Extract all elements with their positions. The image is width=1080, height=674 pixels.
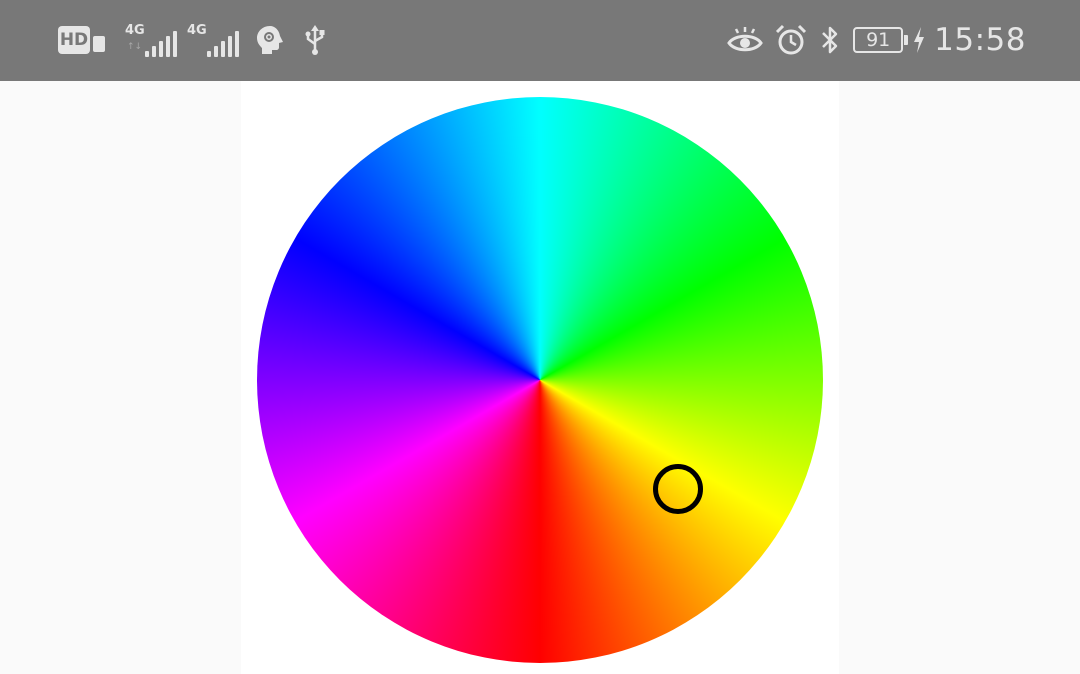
network-type-label: 4G [125,23,145,38]
bluetooth-icon [819,24,841,56]
battery-percent: 91 [853,27,904,53]
status-bar-left: HD 4G ↑↓ 4G [58,22,327,58]
color-wheel[interactable] [257,97,823,663]
signal-4g-icon: 4G ↑↓ [125,23,177,57]
sim-icon [93,36,105,52]
data-activity-arrows: ↑↓ [127,42,143,52]
alarm-icon [775,24,807,56]
assistant-icon [255,24,285,56]
signal-bars [145,31,177,57]
clock: 15:58 [934,22,1026,58]
status-bar-right: 91 15:58 [727,20,1026,60]
charging-icon [912,26,926,54]
battery-icon: 91 [853,27,909,53]
network-type-label: 4G [187,23,207,38]
hd-label: HD [58,26,90,54]
battery-tip [904,35,909,45]
usb-icon [303,24,327,56]
status-bar: HD 4G ↑↓ 4G 91 15:58 [0,0,1080,81]
color-selector-handle[interactable] [653,464,703,514]
hd-icon: HD [58,26,105,54]
signal-4g-icon: 4G [187,23,239,57]
signal-bars [207,31,239,57]
eye-comfort-icon [727,26,763,54]
